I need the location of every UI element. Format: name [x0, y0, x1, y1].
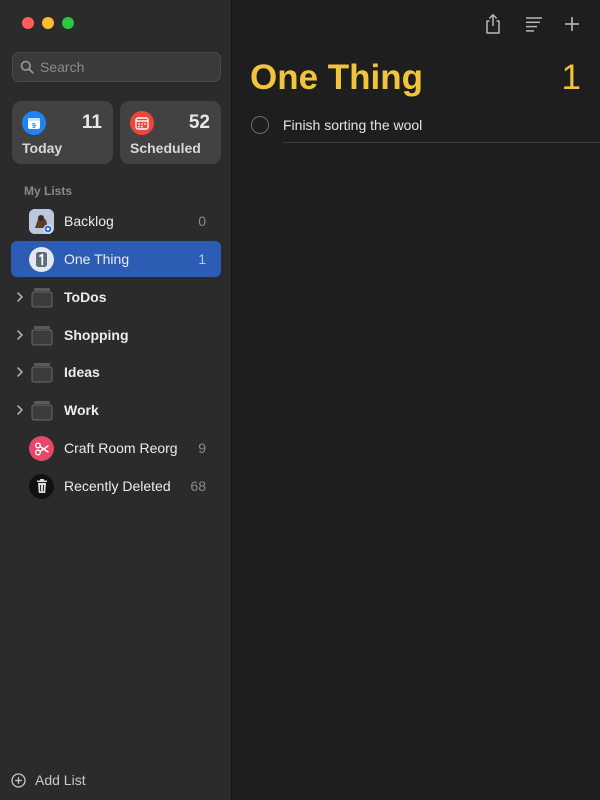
- search-input[interactable]: [40, 59, 210, 75]
- share-icon: [486, 14, 500, 34]
- chevron-right-icon[interactable]: [15, 290, 25, 304]
- add-icon: [565, 17, 579, 31]
- zoom-window-button[interactable]: [62, 17, 74, 29]
- smart-list-today[interactable]: 9 11 Today: [12, 101, 113, 164]
- folder-stack-icon: [29, 323, 54, 348]
- list-detail: One Thing 1 Finish sorting the wool: [233, 0, 600, 800]
- sidebar-item-craft-room-reorg[interactable]: Craft Room Reorg 9: [11, 430, 221, 466]
- sidebar: 9 11 Today 52 Scheduled My Lists: [0, 0, 232, 800]
- svg-text:9: 9: [32, 123, 36, 130]
- list-count: 68: [190, 478, 206, 494]
- sidebar-group-ideas[interactable]: Ideas: [11, 354, 221, 390]
- page-title: One Thing: [250, 58, 424, 97]
- group-name: Ideas: [64, 364, 100, 380]
- list-name: Recently Deleted: [64, 478, 171, 494]
- sidebar-item-one-thing[interactable]: One Thing 1: [11, 241, 221, 277]
- close-window-button[interactable]: [22, 17, 34, 29]
- group-name: ToDos: [64, 289, 107, 305]
- reminder-count: 1: [561, 58, 581, 97]
- list-name: One Thing: [64, 251, 130, 267]
- minimize-window-button[interactable]: [42, 17, 54, 29]
- divider: [283, 142, 600, 143]
- smart-list-scheduled[interactable]: 52 Scheduled: [120, 101, 221, 164]
- task-title[interactable]: Finish sorting the wool: [283, 117, 422, 133]
- search-field[interactable]: [12, 52, 221, 82]
- photo-avatar-icon: [29, 209, 54, 234]
- list-count: 0: [198, 213, 206, 229]
- list-name: Craft Room Reorg: [64, 440, 178, 456]
- task-checkbox[interactable]: [251, 116, 269, 134]
- calendar-icon: 9: [22, 111, 46, 135]
- group-name: Work: [64, 402, 99, 418]
- reminders-window: 9 11 Today 52 Scheduled My Lists: [0, 0, 600, 800]
- share-button[interactable]: [481, 12, 505, 36]
- sidebar-item-recently-deleted[interactable]: Recently Deleted 68: [11, 468, 221, 504]
- add-list-label: Add List: [35, 772, 86, 788]
- sidebar-group-todos[interactable]: ToDos: [11, 279, 221, 315]
- scheduled-label: Scheduled: [130, 140, 201, 156]
- add-list-button[interactable]: Add List: [11, 772, 86, 788]
- add-reminder-button[interactable]: [560, 12, 584, 36]
- chevron-right-icon[interactable]: [15, 365, 25, 379]
- list-options-icon: [526, 17, 542, 32]
- chevron-right-icon[interactable]: [15, 328, 25, 342]
- scheduled-count: 52: [188, 112, 210, 133]
- task-row[interactable]: Finish sorting the wool: [233, 110, 600, 144]
- trash-icon: [29, 474, 54, 499]
- sidebar-item-backlog[interactable]: Backlog 0: [11, 203, 221, 239]
- add-circle-icon: [11, 772, 26, 788]
- list-count: 1: [198, 251, 206, 267]
- window-controls: [22, 17, 74, 29]
- list-options-button[interactable]: [522, 12, 546, 36]
- list-name: Backlog: [64, 213, 114, 229]
- folder-stack-icon: [29, 398, 54, 423]
- sidebar-group-shopping[interactable]: Shopping: [11, 317, 221, 353]
- scissors-icon: [29, 436, 54, 461]
- list-count: 9: [198, 440, 206, 456]
- sidebar-group-work[interactable]: Work: [11, 392, 221, 428]
- today-count: 11: [81, 112, 102, 133]
- my-lists-heading: My Lists: [24, 184, 73, 198]
- folder-stack-icon: [29, 360, 54, 385]
- number-one-icon: [29, 247, 54, 272]
- chevron-right-icon[interactable]: [15, 403, 25, 417]
- calendar-grid-icon: [130, 111, 154, 135]
- folder-stack-icon: [29, 285, 54, 310]
- group-name: Shopping: [64, 327, 129, 343]
- search-icon: [20, 60, 34, 74]
- today-label: Today: [22, 140, 63, 156]
